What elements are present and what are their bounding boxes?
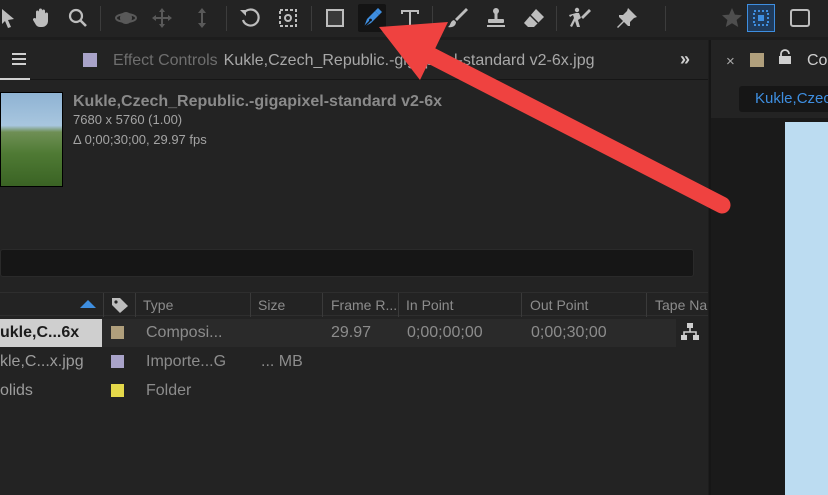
footage-title: Kukle,Czech_Republic.-gigapixel-standard… xyxy=(73,93,442,110)
project-search-input[interactable] xyxy=(0,249,694,277)
close-icon[interactable]: × xyxy=(726,53,735,70)
composition-breadcrumb[interactable]: Kukle,Czec xyxy=(739,86,828,112)
column-out-point[interactable]: Out Point xyxy=(530,297,588,313)
row-out-point: 0;00;30;00 xyxy=(531,324,607,341)
lock-icon[interactable] xyxy=(778,49,792,65)
row-size: ... MB xyxy=(261,353,303,370)
column-size[interactable]: Size xyxy=(258,297,285,313)
selection-tool-arrow-icon[interactable] xyxy=(0,4,22,32)
pen-tool-pen-icon[interactable] xyxy=(358,4,386,32)
composition-tab-title[interactable]: Co xyxy=(807,52,827,70)
column-type[interactable]: Type xyxy=(143,297,173,313)
tab-effect-controls-label: Effect Controls xyxy=(113,52,218,69)
composition-panel: × Co Kukle,Czec xyxy=(709,40,828,495)
orbit-camera-tool-orbit-icon[interactable] xyxy=(112,4,140,32)
composition-color-swatch xyxy=(750,53,764,67)
row-name: olids xyxy=(0,382,33,399)
row-label-swatch[interactable] xyxy=(111,384,124,397)
effect-controls-color-swatch xyxy=(83,53,97,67)
pan-behind-tool-anchor-icon[interactable] xyxy=(274,4,302,32)
row-type: Importe...G xyxy=(146,353,227,370)
column-frame-rate[interactable]: Frame R... xyxy=(331,297,397,313)
tools-toolbar xyxy=(0,0,828,37)
row-name: ukle,C...6x xyxy=(0,324,80,341)
zoom-tool-magnifier-icon[interactable] xyxy=(64,4,92,32)
panel-overflow-icon[interactable]: » xyxy=(680,49,690,70)
brush-tool-brush-icon[interactable] xyxy=(444,4,472,32)
dolly-camera-tool-dolly-icon[interactable] xyxy=(188,4,216,32)
rectangle-tool-rectangle-icon[interactable] xyxy=(321,4,349,32)
pan-camera-tool-move-icon[interactable] xyxy=(148,4,176,32)
tab-effect-controls[interactable]: Effect Controls Kukle,Czech_Republic.-gig… xyxy=(113,52,595,70)
breadcrumb-label: Kukle,Czec xyxy=(755,90,828,107)
star-toggle-star-icon[interactable] xyxy=(718,4,746,32)
puppet-pin-tool-pin-icon[interactable] xyxy=(613,4,641,32)
footage-thumbnail xyxy=(0,92,63,187)
row-name: kle,C...x.jpg xyxy=(0,353,84,370)
row-type: Composi... xyxy=(146,324,223,341)
tab-effect-controls-document: Kukle,Czech_Republic.-gigapixel-standard… xyxy=(223,52,595,69)
project-column-header: Type Size Frame R... In Point Out Point … xyxy=(0,292,708,317)
panel-menu-icon[interactable] xyxy=(12,53,26,67)
table-row[interactable]: olids Folder xyxy=(0,377,676,405)
table-row[interactable]: kle,C...x.jpg Importe...G ... MB xyxy=(0,348,676,376)
row-in-point: 0;00;00;00 xyxy=(407,324,483,341)
composition-canvas[interactable] xyxy=(785,122,828,495)
footage-duration: Δ 0;00;30;00, 29.97 fps xyxy=(73,132,207,147)
label-tag-icon[interactable] xyxy=(110,296,130,314)
type-tool-type-icon[interactable] xyxy=(396,4,424,32)
flowchart-icon[interactable] xyxy=(680,322,700,342)
workspace-box-icon[interactable] xyxy=(786,4,814,32)
sort-ascending-icon[interactable] xyxy=(80,300,96,308)
roto-brush-tool-roto-icon[interactable] xyxy=(566,4,594,32)
hand-tool-hand-icon[interactable] xyxy=(27,4,55,32)
panel-tab-bar: Effect Controls Kukle,Czech_Republic.-gig… xyxy=(0,40,708,80)
active-tab-indicator xyxy=(0,78,30,80)
rotation-tool-rotate-icon[interactable] xyxy=(236,4,264,32)
table-row[interactable]: ukle,C...6x Composi... 29.97 0;00;00;00 … xyxy=(0,319,676,347)
snapping-toggle-snapping-icon[interactable] xyxy=(747,4,775,32)
row-label-swatch[interactable] xyxy=(111,326,124,339)
project-panel: Effect Controls Kukle,Czech_Republic.-gig… xyxy=(0,40,708,495)
clone-stamp-tool-stamp-icon[interactable] xyxy=(482,4,510,32)
footage-dimensions: 7680 x 5760 (1.00) xyxy=(73,112,183,127)
row-frame-rate: 29.97 xyxy=(331,324,372,341)
column-tape-name[interactable]: Tape Na xyxy=(655,297,707,313)
row-type: Folder xyxy=(146,382,192,399)
eraser-tool-eraser-icon[interactable] xyxy=(520,4,548,32)
column-in-point[interactable]: In Point xyxy=(406,297,453,313)
row-label-swatch[interactable] xyxy=(111,355,124,368)
